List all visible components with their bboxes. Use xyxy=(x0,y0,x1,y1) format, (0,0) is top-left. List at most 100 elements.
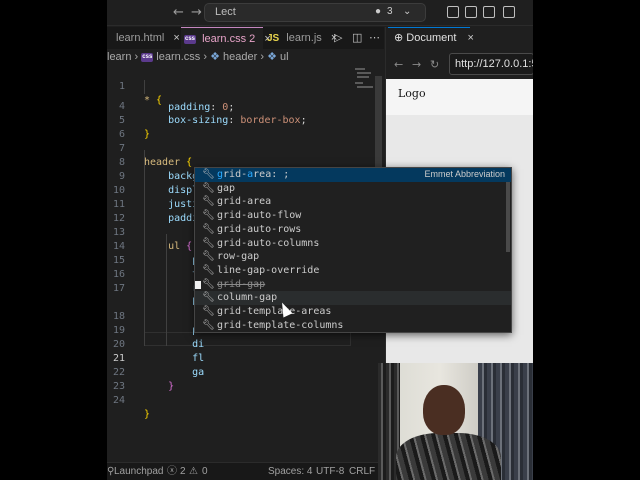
code-line-current: 21 ga xyxy=(107,338,384,378)
split-editor-icon[interactable]: ◫ xyxy=(352,31,362,44)
line-code: } xyxy=(144,409,151,420)
suggestion-label: row-gap xyxy=(217,251,260,263)
preview-logo: Logo xyxy=(398,87,426,100)
line-number: 17 xyxy=(112,283,125,294)
color-square-icon xyxy=(195,280,201,289)
launchpad-item[interactable]: Launchpad xyxy=(114,463,164,480)
wrench-icon: 🔧︎ xyxy=(202,292,215,304)
suggestion-item[interactable]: 🔧︎ row-gap xyxy=(195,250,511,264)
title-bar: ← → Lect ● 3 ⌄ xyxy=(107,0,533,26)
globe-icon: ⊕ xyxy=(394,32,404,44)
code-line: 8 background-color: whitesmoke; xyxy=(107,142,384,182)
tab-learn-html[interactable]: learn.html × xyxy=(107,27,181,49)
code-line: 23 xyxy=(107,366,384,392)
close-icon[interactable]: × xyxy=(467,32,473,44)
tab-learn-css[interactable]: css learn.css 2 × xyxy=(181,27,271,49)
breadcrumb-file[interactable]: learn.css xyxy=(156,51,200,63)
wrench-icon: 🔧︎ xyxy=(202,319,215,331)
code-line: 7 header { xyxy=(107,128,384,168)
toggle-secondary-sidebar-icon[interactable] xyxy=(483,6,495,18)
indentation-item[interactable]: Spaces: 4 xyxy=(268,463,312,480)
css-file-icon: css xyxy=(184,34,197,44)
minimap-line xyxy=(357,86,373,88)
wrench-icon: 🔧︎ xyxy=(202,278,215,290)
customize-layout-icon[interactable] xyxy=(503,6,515,18)
wrench-icon: 🔧︎ xyxy=(202,306,215,317)
css-file-icon: css xyxy=(141,52,154,62)
minimap-line xyxy=(357,76,369,78)
close-icon[interactable]: × xyxy=(173,32,179,44)
more-actions-icon[interactable]: ⋯ xyxy=(369,31,380,44)
badge-count: 3 xyxy=(387,6,393,17)
suggestion-label: column-gap xyxy=(217,292,278,304)
suggestion-label: grid-area xyxy=(217,196,272,208)
suggestion-detail: Emmet Abbreviation xyxy=(424,169,505,179)
suggestion-item[interactable]: 🔧︎ grid-auto-rows xyxy=(195,223,511,237)
minimap-line xyxy=(355,68,365,70)
dropdown-chevron-icon[interactable]: ⌄ xyxy=(403,6,411,17)
code-line: 22 } xyxy=(107,352,384,392)
code-line: 6 xyxy=(107,114,384,140)
suggestion-label: grid-template-areas xyxy=(217,306,332,317)
breadcrumb-folder[interactable]: learn xyxy=(107,51,131,63)
breadcrumb: learn › css learn.css › ❖ header › ❖ ul xyxy=(107,49,384,66)
minimap-line xyxy=(355,82,363,84)
toggle-primary-sidebar-icon[interactable] xyxy=(447,6,459,18)
code-line: 5 } xyxy=(107,100,384,140)
preview-header: Logo xyxy=(386,79,533,115)
wrench-icon: 🔧︎ xyxy=(202,210,215,222)
wrench-icon: 🔧︎ xyxy=(202,182,215,194)
back-arrow-icon[interactable]: ← xyxy=(394,58,403,71)
webcam-overlay xyxy=(378,363,533,480)
forward-arrow-icon[interactable]: → xyxy=(191,5,202,21)
tab-learn-js[interactable]: JS learn.js × xyxy=(263,27,343,49)
suggestion-label-deprecated: grid-gap xyxy=(217,278,266,290)
suggestion-item[interactable]: 🔧︎ column-gap xyxy=(195,291,511,305)
tab-label: Document xyxy=(406,32,457,44)
error-icon[interactable]: ⓧ xyxy=(167,463,177,480)
wrench-icon: 🔧︎ xyxy=(202,237,215,249)
suggestion-item[interactable]: 🔧︎ grid-area xyxy=(195,195,511,209)
wrench-icon: 🔧︎ xyxy=(202,223,215,235)
code-line: padding: 0; xyxy=(107,73,384,113)
breadcrumb-selector[interactable]: header xyxy=(223,51,257,63)
suggestion-label: grid-area: ; xyxy=(217,169,290,180)
error-count[interactable]: 2 xyxy=(180,463,186,480)
suggestion-item[interactable]: 🔧︎ grid-auto-columns xyxy=(195,237,511,251)
suggestion-item[interactable]: 🔧︎ grid-template-areas xyxy=(195,305,511,319)
selector-icon: ❖ xyxy=(210,51,220,63)
toggle-panel-icon[interactable] xyxy=(465,6,477,18)
warning-icon[interactable]: ⚠ xyxy=(189,463,198,480)
suggestion-item[interactable]: 🔧︎ line-gap-override xyxy=(195,264,511,278)
breadcrumb-child[interactable]: ul xyxy=(280,51,289,63)
autocomplete-popup: 🔧︎ grid-area: ; Emmet Abbreviation 🔧︎ ga… xyxy=(194,167,512,333)
js-file-icon: JS xyxy=(267,33,280,44)
suggestion-item[interactable]: 🔧︎ grid-template-columns xyxy=(195,319,511,332)
wrench-icon: 🔧︎ xyxy=(202,169,215,180)
suggestion-label: gap xyxy=(217,182,236,194)
tab-label: learn.js xyxy=(286,32,322,44)
suggestion-item[interactable]: 🔧︎ grid-area: ; Emmet Abbreviation xyxy=(195,168,511,182)
suggest-scrollbar[interactable] xyxy=(506,182,510,252)
copilot-dot-icon[interactable]: ● xyxy=(375,6,381,17)
eol-item[interactable]: CRLF xyxy=(349,463,375,480)
forward-arrow-icon[interactable]: → xyxy=(412,58,421,71)
suggestion-item[interactable]: 🔧︎ gap xyxy=(195,182,511,196)
back-arrow-icon[interactable]: ← xyxy=(173,5,184,21)
suggestion-item[interactable]: 🔧︎ grid-gap xyxy=(195,278,511,292)
run-icon[interactable]: ▷ xyxy=(334,31,342,44)
suggestion-label: grid-auto-flow xyxy=(217,210,302,222)
suggestion-item[interactable]: 🔧︎ grid-auto-flow xyxy=(195,209,511,223)
suggestion-label: grid-auto-columns xyxy=(217,237,320,249)
reload-icon[interactable]: ↻ xyxy=(430,58,439,71)
search-text: Lect xyxy=(215,6,236,18)
person-head xyxy=(423,385,465,435)
wrench-icon: 🔧︎ xyxy=(202,251,215,263)
minimap[interactable] xyxy=(353,66,375,126)
tab-document[interactable]: ⊕ Document × xyxy=(388,27,474,48)
encoding-item[interactable]: UTF-8 xyxy=(316,463,344,480)
suggestion-label: line-gap-override xyxy=(217,264,320,276)
warning-count[interactable]: 0 xyxy=(202,463,208,480)
url-bar[interactable]: http://127.0.0.1:5500 xyxy=(449,53,533,75)
suggestion-label: grid-auto-rows xyxy=(217,223,302,235)
